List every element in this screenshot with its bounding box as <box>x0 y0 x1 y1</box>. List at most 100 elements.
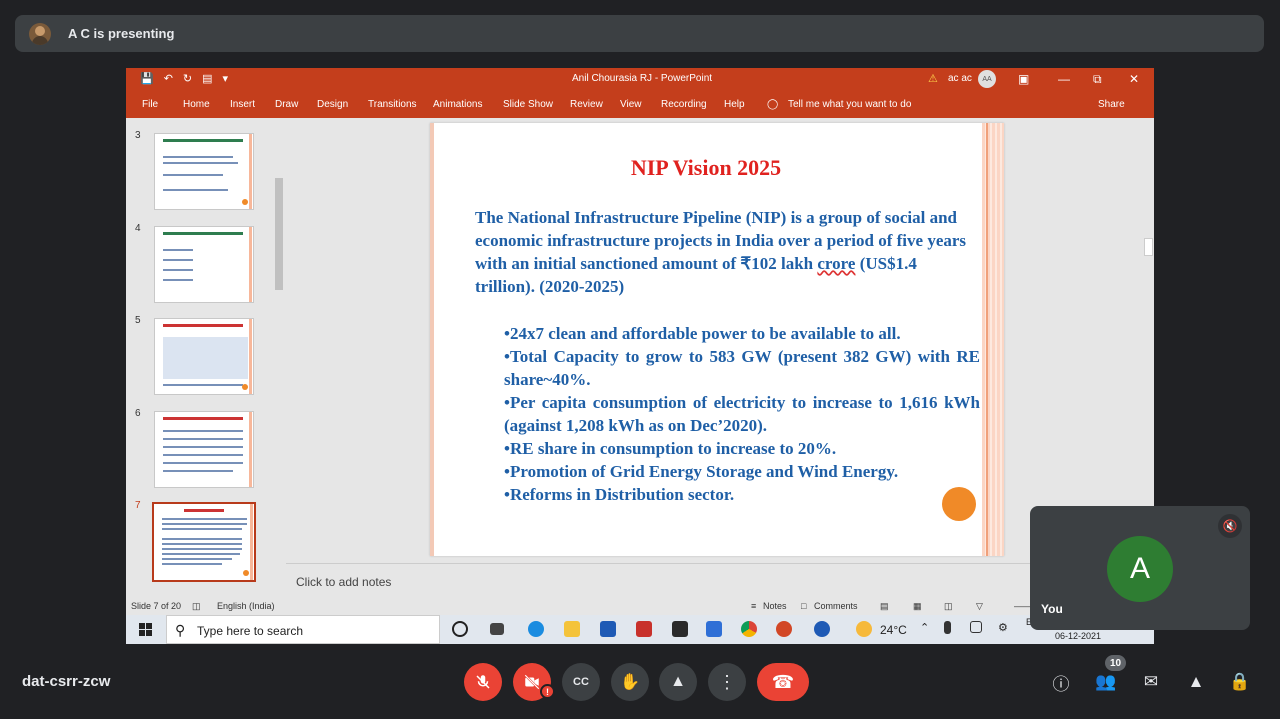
slide-bullet-list: •24x7 clean and affordable power to be a… <box>504 322 980 506</box>
quick-access-toolbar: 💾 ↶ ↻ ▤ ▾ <box>140 72 228 85</box>
current-slide[interactable]: NIP Vision 2025 The National Infrastruct… <box>430 123 1004 556</box>
more-vert-icon: ⋮ <box>718 671 736 692</box>
comments-button[interactable]: Comments <box>814 601 858 611</box>
microphone-toggle-button[interactable] <box>464 663 502 701</box>
participant-count-badge: 10 <box>1105 655 1126 671</box>
chrome-icon[interactable] <box>741 621 757 637</box>
more-options-button[interactable]: ⋮ <box>708 663 746 701</box>
people-icon[interactable]: 👥 <box>1094 670 1118 694</box>
slide-thumbnail-4[interactable] <box>154 226 254 303</box>
present-now-button[interactable]: ▲ <box>659 663 697 701</box>
ribbon-display-icon[interactable]: ▣ <box>1018 72 1029 86</box>
tab-animations[interactable]: Animations <box>433 99 482 110</box>
slideshow-view-icon[interactable]: ▽ <box>976 601 983 612</box>
hand-icon: ✋ <box>620 674 640 691</box>
warning-icon[interactable]: ⚠ <box>928 72 938 85</box>
restore-icon[interactable]: ⧉ <box>1093 72 1102 87</box>
notes-icon[interactable]: ≡ <box>751 601 756 611</box>
thumbnail-number-selected: 7 <box>135 500 141 511</box>
notes-pane[interactable]: Click to add notes <box>286 563 1154 598</box>
temperature[interactable]: 24°C <box>880 623 907 637</box>
file-explorer-icon[interactable] <box>564 621 580 637</box>
cortana-icon[interactable] <box>452 621 468 637</box>
lightbulb-icon: ◯ <box>767 99 779 110</box>
slide-edit-area: NIP Vision 2025 The National Infrastruct… <box>286 118 1142 563</box>
camera-off-icon <box>524 674 540 690</box>
tab-view[interactable]: View <box>620 99 642 110</box>
shared-screen: 💾 ↶ ↻ ▤ ▾ Anil Chourasia RJ - PowerPoint… <box>126 68 1154 644</box>
tab-file[interactable]: File <box>142 99 158 110</box>
slide-decoration-circle <box>942 487 976 521</box>
undo-icon[interactable]: ↶ <box>164 72 173 85</box>
host-controls-icon[interactable]: 🔒 <box>1228 670 1252 694</box>
slide-title: NIP Vision 2025 <box>630 155 782 180</box>
app-red-icon[interactable] <box>636 621 652 637</box>
user-avatar[interactable]: AA <box>978 70 996 88</box>
redo-icon[interactable]: ↻ <box>183 72 192 85</box>
tray-app-icon[interactable] <box>970 621 982 633</box>
tab-home[interactable]: Home <box>183 99 210 110</box>
windows-taskbar: ⚲ Type here to search 24°C ⌃ ⚙ ENG 06-12… <box>126 615 1154 644</box>
user-name[interactable]: ac ac <box>948 73 972 84</box>
slide-scrollbar[interactable] <box>1142 118 1154 563</box>
close-icon[interactable]: ✕ <box>1129 72 1139 86</box>
tab-transitions[interactable]: Transitions <box>368 99 417 110</box>
normal-view-icon[interactable]: ▤ <box>880 601 889 612</box>
presenter-banner: A C is presenting <box>15 15 1264 52</box>
slide-thumbnail-5[interactable] <box>154 318 254 395</box>
chat-icon[interactable]: ✉ <box>1139 670 1163 694</box>
activities-icon[interactable]: ▲ <box>1184 670 1208 694</box>
tab-recording[interactable]: Recording <box>661 99 707 110</box>
leave-call-button[interactable]: ☎ <box>757 663 809 701</box>
help-icon[interactable] <box>814 621 830 637</box>
windows-start-icon[interactable] <box>139 623 152 636</box>
reading-view-icon[interactable]: ◫ <box>944 601 953 612</box>
tab-insert[interactable]: Insert <box>230 99 255 110</box>
language-indicator[interactable]: English (India) <box>217 601 275 611</box>
tell-me-search[interactable]: Tell me what you want to do <box>788 99 911 110</box>
save-icon[interactable]: 💾 <box>140 72 154 85</box>
share-button[interactable]: Share <box>1098 99 1125 110</box>
slide-bullet: •24x7 clean and affordable power to be a… <box>504 324 901 343</box>
present-icon[interactable]: ▤ <box>202 72 212 85</box>
tab-help[interactable]: Help <box>724 99 745 110</box>
captions-button[interactable]: CC <box>562 663 600 701</box>
meeting-details-icon[interactable]: ⓘ <box>1049 670 1073 694</box>
slide-side-band <box>982 123 1004 556</box>
accessibility-icon[interactable]: ◫ <box>192 601 201 612</box>
store-icon[interactable] <box>600 621 616 637</box>
slide-bullet: •Per capita consumption of electricity t… <box>504 393 980 435</box>
minimize-icon[interactable]: — <box>1058 72 1070 86</box>
tab-slide-show[interactable]: Slide Show <box>503 99 553 110</box>
self-view-tile[interactable]: A 🔇 You <box>1030 506 1250 630</box>
thumbnail-number: 5 <box>135 315 141 326</box>
tab-review[interactable]: Review <box>570 99 603 110</box>
tab-draw[interactable]: Draw <box>275 99 298 110</box>
self-view-label: You <box>1041 602 1063 616</box>
taskbar-search[interactable]: ⚲ Type here to search <box>166 615 440 644</box>
raise-hand-button[interactable]: ✋ <box>611 663 649 701</box>
chevron-up-icon[interactable]: ⌃ <box>920 621 936 637</box>
tab-design[interactable]: Design <box>317 99 348 110</box>
notes-button[interactable]: Notes <box>763 601 787 611</box>
powerpoint-taskbar-icon[interactable] <box>776 621 792 637</box>
slide-thumbnail-3[interactable] <box>154 133 254 210</box>
hang-up-icon: ☎ <box>771 671 795 692</box>
slide-thumbnail-pane: 3 4 5 6 7 <box>126 118 284 598</box>
presenter-banner-text: A C is presenting <box>68 26 175 41</box>
comments-icon[interactable]: □ <box>801 601 806 611</box>
network-icon[interactable]: ⚙ <box>998 621 1014 637</box>
slide-bullet: •RE share in consumption to increase to … <box>504 439 837 458</box>
microphone-tray-icon[interactable] <box>944 621 951 634</box>
slide-sorter-icon[interactable]: ▦ <box>913 601 922 612</box>
slide-thumbnail-6[interactable] <box>154 411 254 488</box>
mail-icon[interactable] <box>706 621 722 637</box>
customize-icon[interactable]: ▾ <box>223 72 229 85</box>
dropbox-icon[interactable] <box>672 621 688 637</box>
thumbnail-scrollbar[interactable] <box>272 118 284 598</box>
thumbnail-number: 4 <box>135 223 141 234</box>
edge-icon[interactable] <box>528 621 544 637</box>
task-view-icon[interactable] <box>490 623 504 635</box>
taskbar-date[interactable]: 06-12-2021 <box>1055 631 1101 641</box>
slide-thumbnail-7-selected[interactable] <box>152 502 256 582</box>
